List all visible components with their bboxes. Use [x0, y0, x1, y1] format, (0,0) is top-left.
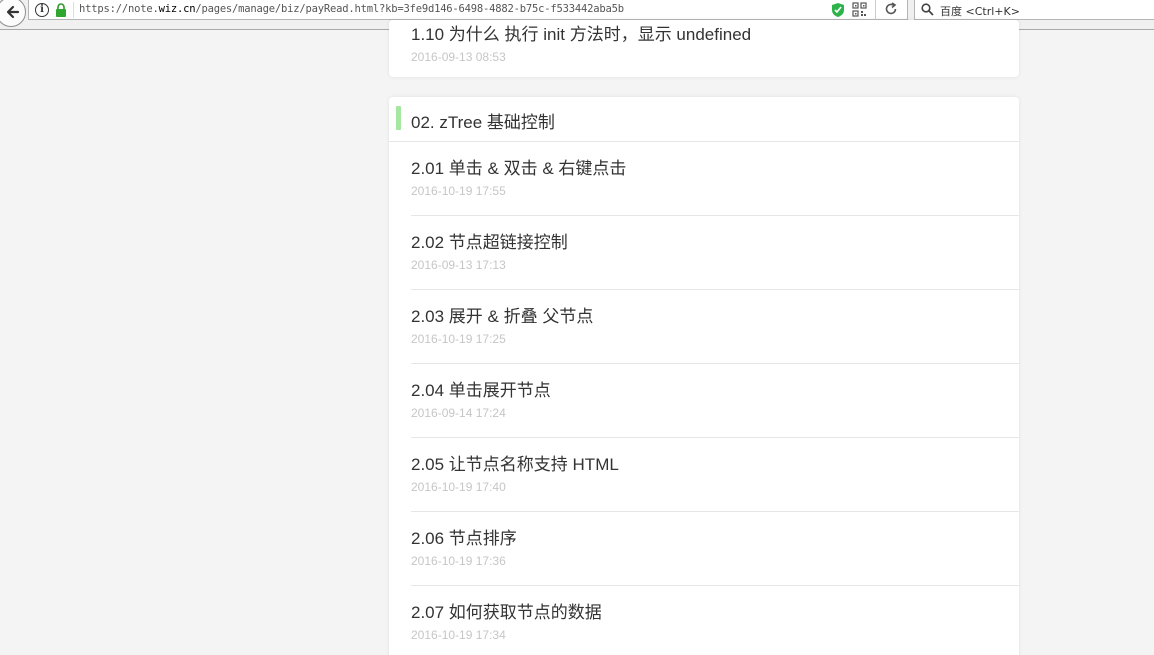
url-text[interactable]: https://note.wiz.cn/pages/manage/biz/pay…: [79, 3, 624, 15]
article-date: 2016-10-19 17:36: [411, 554, 506, 568]
article-date: 2016-09-13 17:13: [411, 258, 506, 272]
shield-icon[interactable]: [831, 2, 845, 18]
article-title[interactable]: 2.06 节点排序: [411, 524, 517, 549]
article-list-item[interactable]: 2.01 单击 & 双击 & 右键点击 2016-10-19 17:55: [389, 142, 1019, 216]
section-title: 02. zTree 基础控制: [411, 113, 555, 132]
article-date: 2016-10-19 17:55: [411, 184, 506, 198]
article-title[interactable]: 2.03 展开 & 折叠 父节点: [411, 302, 593, 327]
article-list-item[interactable]: 2.06 节点排序 2016-10-19 17:36: [389, 512, 1019, 586]
article-date: 2016-10-19 17:25: [411, 332, 506, 346]
section-header: 02. zTree 基础控制: [389, 97, 1019, 142]
info-icon[interactable]: i: [35, 3, 49, 17]
article-date: 2016-10-19 17:40: [411, 480, 506, 494]
article-list-item[interactable]: 2.04 单击展开节点 2016-09-14 17:24: [389, 364, 1019, 438]
article-title[interactable]: 2.07 如何获取节点的数据: [411, 598, 602, 623]
article-title[interactable]: 2.01 单击 & 双击 & 右键点击: [411, 154, 626, 179]
back-arrow-icon: [6, 5, 20, 19]
reload-separator: [875, 0, 876, 20]
url-bar[interactable]: i https://note.wiz.cn/pages/manage/biz/p…: [28, 0, 908, 20]
article-date: 2016-09-14 17:24: [411, 406, 506, 420]
article-list-item[interactable]: 2.07 如何获取节点的数据 2016-10-19 17:34: [389, 586, 1019, 655]
qr-code-icon[interactable]: [852, 2, 867, 17]
reload-icon[interactable]: [884, 2, 898, 16]
url-separator: [73, 2, 74, 18]
lock-icon: [56, 3, 66, 17]
article-list-item[interactable]: 2.05 让节点名称支持 HTML 2016-10-19 17:40: [389, 438, 1019, 512]
article-title[interactable]: 2.04 单击展开节点: [411, 376, 551, 401]
article-title[interactable]: 2.05 让节点名称支持 HTML: [411, 450, 619, 475]
article-title[interactable]: 1.10 为什么 执行 init 方法时，显示 undefined: [411, 20, 751, 45]
search-placeholder: 百度 <Ctrl+K>: [940, 5, 1020, 18]
search-bar[interactable]: 百度 <Ctrl+K>: [914, 0, 1154, 20]
article-date: 2016-10-19 17:34: [411, 628, 506, 642]
section-card: 02. zTree 基础控制 2.01 单击 & 双击 & 右键点击 2016-…: [389, 97, 1019, 655]
article-list-item[interactable]: 2.02 节点超链接控制 2016-09-13 17:13: [389, 216, 1019, 290]
section-accent-bar: [396, 106, 401, 130]
search-icon: [921, 3, 934, 16]
back-button[interactable]: [0, 0, 26, 27]
article-title[interactable]: 2.02 节点超链接控制: [411, 228, 568, 253]
article-list-item[interactable]: 2.03 展开 & 折叠 父节点 2016-10-19 17:25: [389, 290, 1019, 364]
url-domain: wiz.cn: [158, 3, 196, 15]
article-date: 2016-09-13 08:53: [411, 50, 506, 64]
previous-section-card: 1.10 为什么 执行 init 方法时，显示 undefined 2016-0…: [389, 20, 1019, 77]
